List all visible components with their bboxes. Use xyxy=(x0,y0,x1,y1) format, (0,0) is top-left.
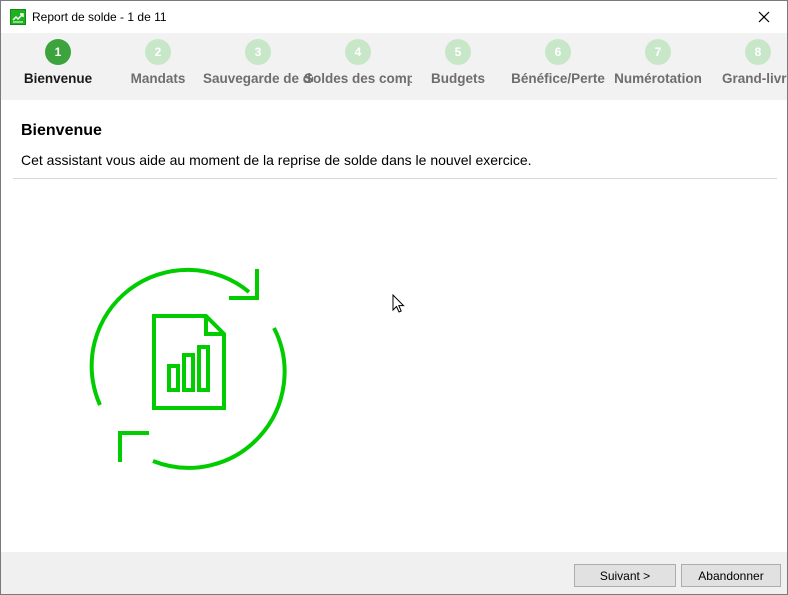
step-number: 2 xyxy=(145,39,171,65)
step-number: 4 xyxy=(345,39,371,65)
step-label: Sauvegarde de donnée xyxy=(203,71,313,86)
mouse-cursor-icon xyxy=(392,294,405,313)
step-number: 8 xyxy=(745,39,771,65)
step-number: 5 xyxy=(445,39,471,65)
chart-trend-icon xyxy=(10,9,26,25)
step-grand-livre[interactable]: 8 Grand-livre xyxy=(708,39,787,99)
step-number: 1 xyxy=(45,39,71,65)
divider xyxy=(13,178,777,179)
step-number: 7 xyxy=(645,39,671,65)
step-numerotation[interactable]: 7 Numérotation xyxy=(608,39,708,99)
step-budgets[interactable]: 5 Budgets xyxy=(408,39,508,99)
step-bienvenue[interactable]: 1 Bienvenue xyxy=(8,39,108,99)
close-button[interactable] xyxy=(741,1,787,32)
window-title: Report de solde - 1 de 11 xyxy=(32,10,167,24)
step-benefice-perte[interactable]: 6 Bénéfice/Perte xyxy=(508,39,608,99)
step-mandats[interactable]: 2 Mandats xyxy=(108,39,208,99)
close-icon xyxy=(758,11,770,22)
refresh-document-chart-icon xyxy=(89,267,287,470)
step-number: 3 xyxy=(245,39,271,65)
step-soldes-comptes[interactable]: 4 Soldes des compt xyxy=(304,39,412,99)
title-bar: Report de solde - 1 de 11 xyxy=(1,1,787,32)
page-title: Bienvenue xyxy=(21,122,102,139)
step-sauvegarde[interactable]: 3 Sauvegarde de donnée xyxy=(203,39,313,99)
step-label: Grand-livre xyxy=(722,71,787,86)
footer-bar: Suivant > Abandonner xyxy=(1,552,787,594)
step-number: 6 xyxy=(545,39,571,65)
wizard-window: Report de solde - 1 de 11 1 Bienvenue 2 … xyxy=(0,0,788,595)
cancel-button[interactable]: Abandonner xyxy=(681,564,781,587)
step-navigation: 1 Bienvenue 2 Mandats 3 Sauvegarde de do… xyxy=(1,33,787,100)
page-description: Cet assistant vous aide au moment de la … xyxy=(21,152,532,168)
next-button[interactable]: Suivant > xyxy=(574,564,676,587)
